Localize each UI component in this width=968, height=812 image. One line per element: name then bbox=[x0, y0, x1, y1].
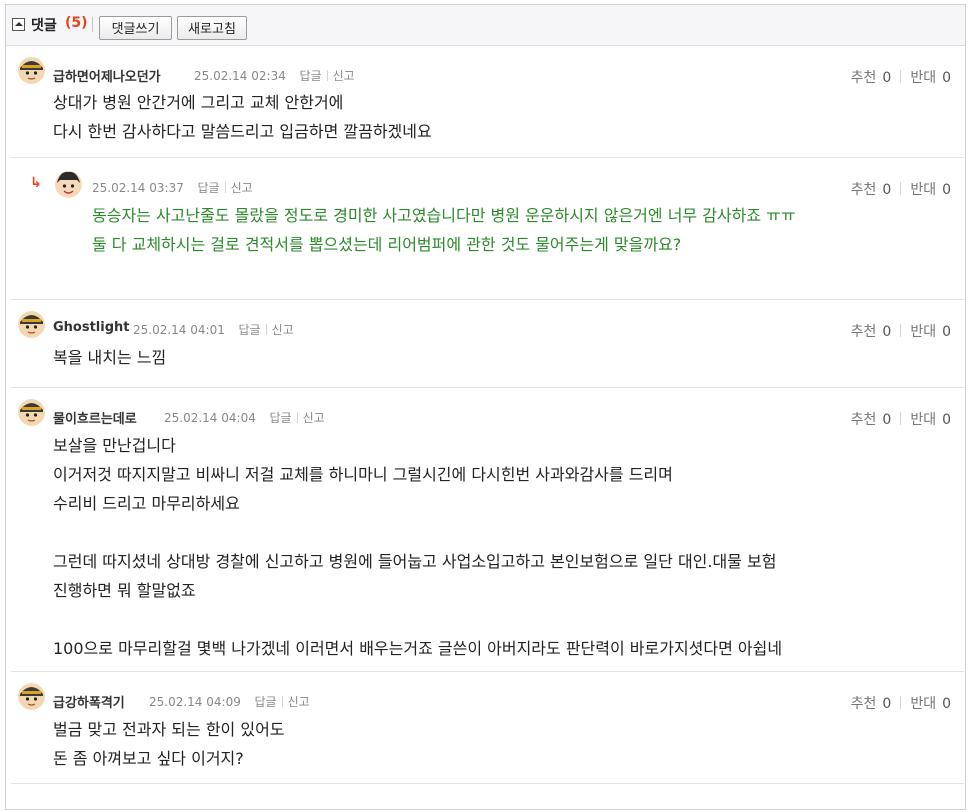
vote-area: 추천 0 반대 0 bbox=[851, 321, 951, 341]
comment-date: 25.02.14 04:04 bbox=[164, 411, 256, 425]
collapse-icon[interactable] bbox=[12, 18, 25, 31]
comment-line: 상대가 병원 안간거에 그리고 교체 안한거에 bbox=[53, 93, 344, 112]
downvote-count: 0 bbox=[942, 696, 951, 712]
avatar[interactable] bbox=[18, 311, 45, 338]
comment-line: 100으로 마무리할걸 몇백 나가겠네 이러면서 배우는거죠 글쓴이 아버지라도… bbox=[53, 639, 783, 658]
comment-body: 동승자는 사고난줄도 몰랐을 정도로 경미한 사고였습니다만 병원 운운하시지 … bbox=[92, 201, 912, 259]
user-avatar-icon bbox=[18, 399, 45, 426]
write-comment-button[interactable]: 댓글쓰기 bbox=[99, 16, 172, 40]
comment-line-blank bbox=[53, 605, 782, 634]
vote-area: 추천 0 반대 0 bbox=[851, 409, 951, 429]
reply-link[interactable]: 답글 bbox=[270, 411, 292, 425]
comment-divider bbox=[11, 299, 964, 300]
avatar[interactable] bbox=[18, 399, 45, 426]
report-link[interactable]: 신고 bbox=[288, 695, 310, 709]
reply-link[interactable]: 답글 bbox=[255, 695, 277, 709]
downvote-count: 0 bbox=[942, 70, 951, 86]
comment-meta: 25.02.14 03:37 답글 신고 bbox=[92, 179, 253, 196]
comment-line: 이거저것 따지지말고 비싸니 저걸 교체를 하니마니 그럴시긴에 다시힌번 사과… bbox=[53, 465, 673, 484]
comment-date: 25.02.14 04:01 bbox=[133, 323, 225, 337]
downvote-button[interactable]: 반대 bbox=[910, 182, 936, 198]
avatar[interactable] bbox=[18, 57, 45, 84]
comment-author[interactable]: Ghostlight bbox=[53, 320, 130, 335]
vote-area: 추천 0 반대 0 bbox=[851, 67, 951, 87]
comment-divider bbox=[11, 671, 964, 672]
comment-line: 보살을 만난겁니다 bbox=[53, 436, 176, 455]
comment-divider bbox=[11, 387, 964, 388]
downvote-button[interactable]: 반대 bbox=[910, 70, 936, 86]
comment-author[interactable]: 급강하폭격기 bbox=[53, 692, 125, 711]
user-avatar-icon bbox=[18, 57, 45, 84]
report-link[interactable]: 신고 bbox=[303, 411, 325, 425]
reply-arrow-icon: ↳ bbox=[30, 175, 42, 191]
comment-author[interactable]: 급하면어제나오던가 bbox=[53, 66, 161, 85]
report-link[interactable]: 신고 bbox=[272, 323, 294, 337]
user-avatar-icon bbox=[18, 683, 45, 710]
comment-line: 벌금 맞고 전과자 되는 한이 있어도 bbox=[53, 720, 285, 739]
comment-divider bbox=[11, 157, 964, 158]
avatar[interactable] bbox=[55, 171, 82, 198]
comment-date: 25.02.14 02:34 bbox=[194, 69, 286, 83]
upvote-button[interactable]: 추천 bbox=[851, 412, 877, 428]
upvote-button[interactable]: 추천 bbox=[851, 182, 877, 198]
comment-line: 돈 좀 아껴보고 싶다 이거지? bbox=[53, 749, 244, 768]
upvote-count: 0 bbox=[882, 696, 892, 712]
reply-link[interactable]: 답글 bbox=[198, 181, 220, 195]
comment-line: 수리비 드리고 마무리하세요 bbox=[53, 494, 240, 513]
comment-body: 벌금 맞고 전과자 되는 한이 있어도 돈 좀 아껴보고 싶다 이거지? bbox=[53, 715, 285, 773]
report-link[interactable]: 신고 bbox=[333, 69, 355, 83]
comment-divider bbox=[11, 783, 964, 784]
downvote-button[interactable]: 반대 bbox=[910, 324, 936, 340]
upvote-count: 0 bbox=[882, 70, 892, 86]
downvote-count: 0 bbox=[942, 182, 951, 198]
comment-header: 댓글 (5) 댓글쓰기 새로고침 bbox=[6, 5, 965, 46]
comment-line: 그런데 따지셨네 상대방 경찰에 신고하고 병원에 들어눕고 사업소입고하고 본… bbox=[53, 552, 777, 571]
comment-line: 다시 한번 감사하다고 말씀드리고 입금하면 깔끔하겠네요 bbox=[53, 122, 432, 141]
comment-date: 25.02.14 03:37 bbox=[92, 181, 184, 195]
comment-line-blank bbox=[53, 518, 782, 547]
header-divider bbox=[92, 17, 93, 32]
comment-author[interactable]: 물이흐르는데로 bbox=[53, 408, 137, 427]
user-avatar-icon bbox=[18, 311, 45, 338]
comment-body: 상대가 병원 안간거에 그리고 교체 안한거에 다시 한번 감사하다고 말씀드리… bbox=[53, 88, 432, 146]
upvote-count: 0 bbox=[882, 324, 892, 340]
comment-line: 동승자는 사고난줄도 몰랐을 정도로 경미한 사고였습니다만 병원 운운하시지 … bbox=[92, 206, 796, 225]
user-avatar-icon bbox=[55, 171, 82, 198]
report-link[interactable]: 신고 bbox=[231, 181, 253, 195]
upvote-button[interactable]: 추천 bbox=[851, 70, 877, 86]
comment-meta: 25.02.14 04:04 답글 신고 bbox=[164, 409, 325, 426]
avatar[interactable] bbox=[18, 683, 45, 710]
comment-count: (5) bbox=[65, 15, 88, 31]
comment-date: 25.02.14 04:09 bbox=[149, 695, 241, 709]
comment-line: 진행하면 뭐 할말없죠 bbox=[53, 581, 196, 600]
upvote-count: 0 bbox=[882, 182, 892, 198]
reply-link[interactable]: 답글 bbox=[239, 323, 261, 337]
comment-line: 둘 다 교체하시는 걸로 견적서를 뽑으셨는데 리어범퍼에 관한 것도 물어주는… bbox=[92, 235, 682, 254]
downvote-button[interactable]: 반대 bbox=[910, 412, 936, 428]
comment-meta: 25.02.14 04:09 답글 신고 bbox=[149, 693, 310, 710]
upvote-count: 0 bbox=[882, 412, 892, 428]
downvote-count: 0 bbox=[942, 412, 951, 428]
upvote-button[interactable]: 추천 bbox=[851, 324, 877, 340]
comment-meta: 25.02.14 04:01 답글 신고 bbox=[133, 321, 294, 338]
reply-link[interactable]: 답글 bbox=[300, 69, 322, 83]
comment-line: 복을 내치는 느낌 bbox=[53, 348, 167, 367]
vote-area: 추천 0 반대 0 bbox=[851, 693, 951, 713]
comment-title: 댓글 bbox=[31, 18, 57, 34]
comment-body: 보살을 만난겁니다 이거저것 따지지말고 비싸니 저걸 교체를 하니마니 그럴시… bbox=[53, 431, 782, 663]
downvote-button[interactable]: 반대 bbox=[910, 696, 936, 712]
comment-section: 댓글 (5) 댓글쓰기 새로고침 급하면어제나오던가 25.02.14 02:3… bbox=[5, 4, 966, 810]
vote-area: 추천 0 반대 0 bbox=[851, 179, 951, 199]
downvote-count: 0 bbox=[942, 324, 951, 340]
upvote-button[interactable]: 추천 bbox=[851, 696, 877, 712]
refresh-button[interactable]: 새로고침 bbox=[177, 16, 247, 40]
comment-body: 복을 내치는 느낌 bbox=[53, 343, 166, 372]
comment-meta: 25.02.14 02:34 답글 신고 bbox=[194, 67, 355, 84]
